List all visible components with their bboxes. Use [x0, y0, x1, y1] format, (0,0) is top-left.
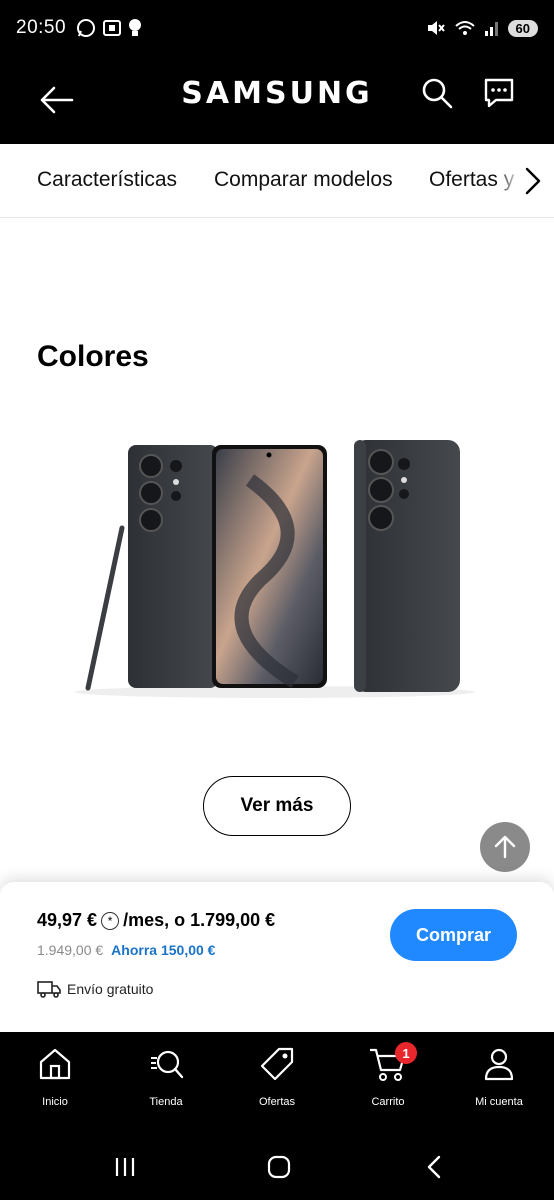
tag-icon — [260, 1047, 294, 1081]
app-header: SAMSUNG — [0, 56, 554, 144]
cart-badge: 1 — [395, 1042, 417, 1064]
tab-caracteristicas[interactable]: Características — [37, 168, 177, 192]
nav-item-mi-cuenta[interactable]: Mi cuenta — [454, 1046, 544, 1108]
status-time: 20:50 — [16, 17, 67, 38]
notification-icons — [76, 18, 142, 38]
nav-label-ofertas: Ofertas — [258, 1096, 296, 1108]
battery-indicator: 60 — [507, 19, 538, 37]
shipping-text: Envío gratuito — [67, 981, 154, 997]
nav-label-tienda: Tienda — [149, 1096, 183, 1108]
ver-mas-button[interactable]: Ver más — [203, 776, 351, 836]
chat-icon[interactable] — [482, 76, 516, 110]
whatsapp-icon — [77, 19, 96, 37]
shipping-info: Envío gratuito — [37, 980, 153, 998]
home-icon — [39, 1048, 71, 1080]
user-icon — [484, 1048, 514, 1081]
nav-item-carrito[interactable]: 1 Carrito — [343, 1042, 433, 1108]
monthly-suffix: /mes, o 1.799,00 € — [123, 910, 276, 930]
nav-item-tienda[interactable]: Tienda — [121, 1046, 211, 1108]
mute-icon — [427, 21, 445, 35]
store-search-icon — [151, 1050, 184, 1079]
bulb-icon — [129, 19, 142, 36]
status-bar: 20:50 60 — [0, 0, 554, 56]
arrow-up-icon — [494, 835, 516, 859]
system-navigation — [0, 1132, 554, 1200]
monthly-price: 49,97 € * /mes, o 1.799,00 € — [37, 910, 275, 931]
nav-item-ofertas[interactable]: Ofertas — [232, 1046, 322, 1108]
chevron-right-icon[interactable] — [518, 164, 546, 198]
section-tabs: Características Comparar modelos Ofertas… — [0, 144, 554, 218]
samsung-logo[interactable]: SAMSUNG — [0, 76, 554, 111]
home-button-icon[interactable] — [266, 1154, 292, 1180]
search-icon[interactable] — [420, 76, 454, 110]
nav-item-inicio[interactable]: Inicio — [10, 1046, 100, 1108]
scroll-to-top-button[interactable] — [480, 822, 530, 872]
nav-label-inicio: Inicio — [42, 1096, 68, 1108]
old-price: 1.949,00 € — [37, 942, 104, 958]
signal-icon — [484, 22, 498, 36]
truck-icon — [37, 981, 61, 998]
bottom-navigation: Inicio Tienda Ofertas 1 Carrito Mi cuent… — [0, 1032, 554, 1132]
price-card: 49,97 € * /mes, o 1.799,00 € 1.949,00 € … — [0, 882, 554, 1032]
comprar-button[interactable]: Comprar — [390, 909, 517, 961]
screenshot-icon — [103, 20, 122, 36]
tab-comparar-modelos[interactable]: Comparar modelos — [214, 168, 393, 192]
nav-label-mi-cuenta: Mi cuenta — [475, 1096, 523, 1108]
section-title: Colores — [37, 340, 149, 373]
nav-label-carrito: Carrito — [371, 1096, 405, 1108]
savings-text: Ahorra 150,00 € — [111, 942, 216, 958]
monthly-amount: 49,97 € — [37, 910, 98, 930]
phone-colors-image — [75, 440, 475, 698]
info-icon[interactable]: * — [101, 911, 120, 930]
system-back-icon[interactable] — [422, 1154, 448, 1180]
price-savings-row: 1.949,00 € Ahorra 150,00 € — [37, 942, 215, 958]
wifi-icon — [454, 21, 475, 35]
recent-apps-icon[interactable] — [112, 1154, 138, 1180]
